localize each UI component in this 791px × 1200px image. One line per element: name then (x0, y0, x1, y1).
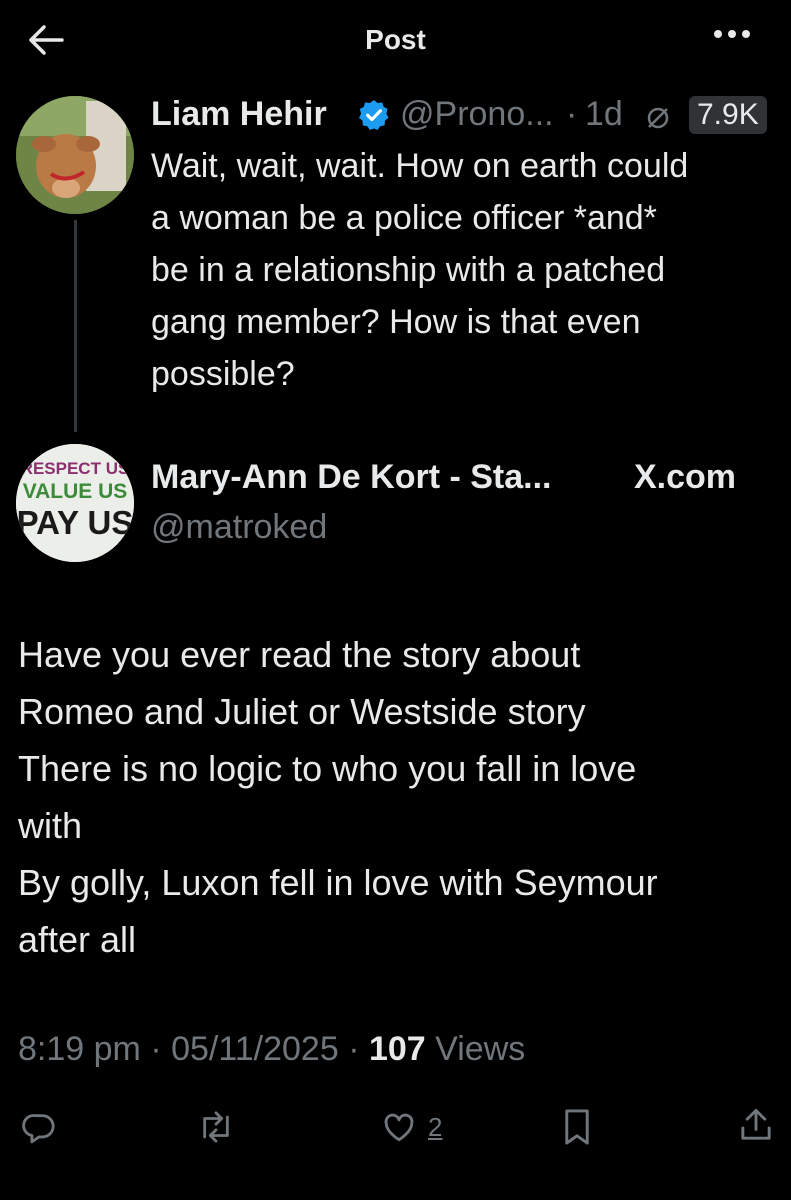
text-line: Romeo and Juliet or Westside story (18, 691, 586, 732)
avatar[interactable] (16, 96, 134, 214)
quoted-tweet-text: Wait, wait, wait. How on earth could a w… (151, 140, 688, 400)
share-icon[interactable] (738, 1106, 774, 1144)
author-name[interactable]: Liam Hehir (151, 95, 327, 134)
avatar-text: RESPECT US (21, 459, 130, 478)
text-line: a woman be a police officer *and* (151, 199, 657, 237)
separator: · (150, 1030, 162, 1068)
text-line: possible? (151, 355, 295, 393)
avatar-text: VALUE US (23, 480, 128, 503)
thread-line (74, 220, 77, 432)
text-line: after all (18, 919, 137, 960)
avatar[interactable]: RESPECT US VALUE US PAY US (16, 444, 134, 562)
views-count: 107 (368, 1030, 426, 1068)
reply-icon[interactable] (22, 1110, 56, 1144)
like-count[interactable]: 2 (428, 1112, 442, 1143)
tweet-time: 1d (585, 95, 623, 133)
post-time: 8:19 pm (18, 1030, 141, 1068)
avatar-text: PAY US (17, 504, 134, 541)
views-label: Views (435, 1030, 526, 1068)
views-badge: 7.9K (689, 96, 767, 134)
reply-author-handle[interactable]: @matroked (151, 508, 327, 547)
like-icon[interactable] (382, 1111, 416, 1143)
text-line: Have you ever read the story about (18, 634, 581, 675)
separator: · (566, 95, 578, 133)
bookmark-icon[interactable] (562, 1108, 592, 1146)
author-handle[interactable]: @Prono... (400, 95, 554, 134)
repost-icon[interactable] (196, 1110, 236, 1144)
text-line: Wait, wait, wait. How on earth could (151, 147, 689, 185)
text-line: There is no logic to who you fall in lov… (18, 748, 637, 789)
page-title: Post (365, 24, 426, 55)
text-line: By golly, Luxon fell in love with Seymou… (18, 862, 658, 903)
verified-icon (357, 98, 391, 132)
text-line: be in a relationship with a patched (151, 251, 666, 289)
post-text: Have you ever read the story about Romeo… (18, 626, 658, 968)
reply-author-name[interactable]: Mary-Ann De Kort - Sta... (151, 458, 551, 497)
post-meta: 8:19 pm · 05/11/2025 · 107 Views (18, 1030, 525, 1069)
more-icon[interactable] (712, 24, 752, 44)
source-label: X.com (634, 458, 737, 496)
views-icon (644, 104, 672, 132)
separator: · (348, 1030, 360, 1068)
text-line: with (18, 805, 83, 846)
post-date: 05/11/2025 (171, 1030, 339, 1068)
text-line: gang member? How is that even (151, 303, 641, 341)
